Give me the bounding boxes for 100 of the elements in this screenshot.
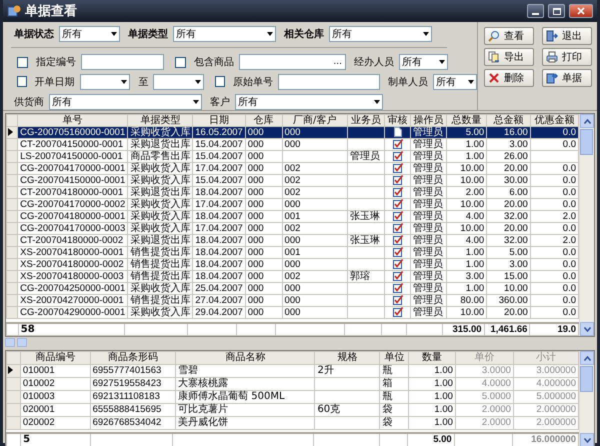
dropdown[interactable]	[80, 74, 130, 90]
vertical-scrollbar[interactable]	[579, 351, 594, 446]
scroll-thumb[interactable]	[580, 129, 593, 155]
table-row[interactable]: CT-200704180000-0001 采购退货出库 18.04.2007 000 002 管理员 2.00 6.00 0.0	[6, 186, 578, 198]
column-header[interactable]: 总金额	[486, 114, 530, 126]
table-cell: 000	[245, 246, 282, 258]
total-cell: 5	[20, 433, 91, 446]
dropdown[interactable]: 所有	[399, 54, 448, 70]
table-cell: 管理员	[410, 150, 446, 162]
table-row[interactable]: CG-200704180000-0001 采购收货入库 18.04.2007 000 001 张玉琳 管理员 4.00 32.00 2.0	[6, 210, 578, 222]
table-cell: 60克	[314, 404, 380, 416]
dropdown[interactable]: 所有	[173, 26, 276, 42]
table-cell: 3.00	[486, 138, 530, 150]
vertical-scrollbar[interactable]	[579, 114, 594, 336]
table-row[interactable]: CG-200704170000-0002 采购收货入库 17.04.2007 000 000 管理员 10.00 20.00 0.0	[6, 198, 578, 210]
column-header[interactable]: 操作员	[410, 114, 446, 126]
table-row[interactable]: 010002 6927519558423 大寨核桃露 箱 1.00 4.0000 4.000000	[6, 378, 578, 390]
dropdown[interactable]	[153, 74, 204, 90]
table-cell: 1.00	[408, 390, 456, 404]
table-cell: 000	[245, 282, 282, 294]
table-row[interactable]: CG-200704150000-0001 采购收货入库 15.04.2007 000 002 管理员 10.00 30.00 0.0	[6, 174, 578, 186]
scroll-thumb[interactable]	[17, 338, 27, 347]
column-header[interactable]: 商品编号	[20, 352, 90, 364]
toolbar-button[interactable]: 导出	[484, 48, 534, 66]
table-cell: 康师傅水晶葡萄 500ML	[176, 390, 315, 404]
dropdown[interactable]: 所有	[432, 74, 477, 90]
table-cell: 袋	[380, 404, 409, 416]
dropdown[interactable]: 所有	[59, 26, 120, 42]
table-cell: 18.04.2007	[192, 234, 246, 246]
checkbox[interactable]	[17, 76, 27, 88]
column-header[interactable]: 日期	[192, 114, 246, 126]
table-row[interactable]: CG-200704250000-0001 采购收货入库 25.04.2007 000 000 管理员 1.00 10.00 0.0	[6, 282, 578, 294]
toolbar-button[interactable]: 退出	[542, 27, 592, 45]
column-header[interactable]: 单号	[18, 114, 128, 126]
column-header[interactable]: 仓库	[245, 114, 282, 126]
table-row[interactable]: 010001 6955777401563 雪碧 2升 瓶 1.00 3.0000 3.000000	[6, 364, 578, 378]
table-row[interactable]: 020001 6555888415695 可比克薯片 60克 袋 1.00 2.0000 2.000000	[6, 404, 578, 416]
table-row[interactable]: CG-200705160000-0001 采购收货入库 16.05.2007 000 000 管理员 5.00 16.00 0.0	[6, 126, 578, 138]
column-header[interactable]: 业务员	[347, 114, 385, 126]
browse-field[interactable]: ...	[239, 54, 346, 70]
table-cell: 10.00	[486, 282, 530, 294]
table-cell: 瓶	[380, 364, 409, 378]
table-row[interactable]: CT-200704180000-0002 采购退货出库 18.04.2007 000 000 张玉琳 管理员 4.00 32.00 2.0	[6, 234, 578, 246]
checked-box-icon	[392, 283, 403, 293]
dropdown[interactable]: 所有	[49, 94, 202, 110]
field-label: 供货商	[14, 96, 44, 109]
table-row[interactable]: XS-200704180000-0002 销售提货出库 18.04.2007 000 000 管理员 1.00 3.00 0.0	[6, 258, 578, 270]
table-cell: 2.000000	[513, 404, 578, 416]
table-cell: LS-200704150000-0001	[18, 150, 128, 162]
checked-box-icon	[392, 175, 403, 185]
table-cell: 瓶	[380, 390, 409, 404]
checked-box-icon	[392, 247, 403, 257]
browse-button[interactable]: ...	[333, 57, 342, 68]
checkbox[interactable]	[17, 56, 28, 68]
input-field[interactable]	[81, 54, 164, 70]
toolbar-button[interactable]: 单据	[542, 69, 592, 87]
column-header[interactable]: 优惠金额	[530, 114, 578, 126]
table-cell: CT-200704180000-0002	[18, 234, 128, 246]
scroll-thumb[interactable]	[580, 366, 593, 392]
column-header[interactable]: 商品条形码	[90, 352, 176, 364]
dropdown[interactable]: 所有	[329, 26, 432, 42]
table-cell: 32.00	[486, 210, 530, 222]
column-header[interactable]: 单据类型	[128, 114, 193, 126]
table-cell: 16.05.2007	[192, 126, 246, 138]
table-cell: 2.0000	[455, 404, 514, 416]
table-row[interactable]: LS-200704150000-0001 商品零售出库 15.04.2007 000 管理员 管理员 1.00 26.00	[6, 150, 578, 162]
dropdown[interactable]: 所有	[235, 94, 383, 110]
minimize-button[interactable]	[527, 4, 544, 18]
column-header[interactable]: 规格	[314, 352, 380, 364]
table-cell: 000	[282, 306, 348, 318]
column-header[interactable]: 单位	[380, 352, 409, 364]
total-cell: 19.0	[530, 323, 578, 336]
input-field[interactable]	[278, 74, 380, 90]
table-cell: 010002	[20, 378, 90, 390]
table-row[interactable]: 010003 6921311108183 康师傅水晶葡萄 500ML 瓶 1.00 5.0000 5.000000	[6, 390, 578, 404]
table-row[interactable]: XS-200704180000-0003 销售提货出库 18.04.2007 000 002 郭瑢 管理员 3.00 15.00 0.0	[6, 270, 578, 282]
table-row[interactable]: CG-200704290000-0001 采购收货入库 29.04.2007 000 000 管理员 10.00 20.00 0.0	[6, 306, 578, 318]
column-header[interactable]: 总数量	[446, 114, 487, 126]
column-header[interactable]: 厂商/客户	[282, 114, 348, 126]
table-cell: 管理员	[410, 138, 446, 150]
table-row[interactable]: 020002 6926768534042 美丹威化饼 袋 1.00 2.0000 2.000000	[6, 416, 578, 430]
table-row[interactable]: CG-200704170000-0003 采购收货入库 17.04.2007 000 002 管理员 10.00 20.00 0.0	[6, 222, 578, 234]
checkbox[interactable]	[215, 76, 225, 88]
toolbar-button[interactable]: 删除	[484, 69, 534, 87]
maximize-button[interactable]	[548, 4, 565, 18]
table-row[interactable]: XS-200704180000-0001 销售提货出库 18.04.2007 000 001 管理员 1.00 5.00 0.0	[6, 246, 578, 258]
column-header[interactable]: 审核	[384, 114, 410, 126]
table-row[interactable]: XS-200704270000-0001 销售提货出库 27.04.2007 000 000 管理员 80.00 360.00 0.0	[6, 294, 578, 306]
checkbox[interactable]	[175, 56, 186, 68]
column-header[interactable]: 商品名称	[176, 352, 315, 364]
table-cell: 15.04.2007	[192, 174, 246, 186]
toolbar-button[interactable]: 打印	[542, 48, 592, 66]
window-title: 单据查看	[25, 3, 77, 20]
table-cell: 管理员	[410, 294, 446, 306]
table-cell: 000	[282, 234, 348, 246]
toolbar-button[interactable]: 查看	[484, 27, 534, 45]
close-button[interactable]	[569, 4, 593, 18]
column-header[interactable]: 数量	[408, 352, 456, 364]
table-row[interactable]: CG-200704170000-0001 采购收货入库 17.04.2007 000 002 管理员 10.00 20.00 0.0	[6, 162, 578, 174]
table-row[interactable]: CT-200704150000-0001 采购退货出库 15.04.2007 000 000 管理员 1.00 3.00 0.0	[6, 138, 578, 150]
